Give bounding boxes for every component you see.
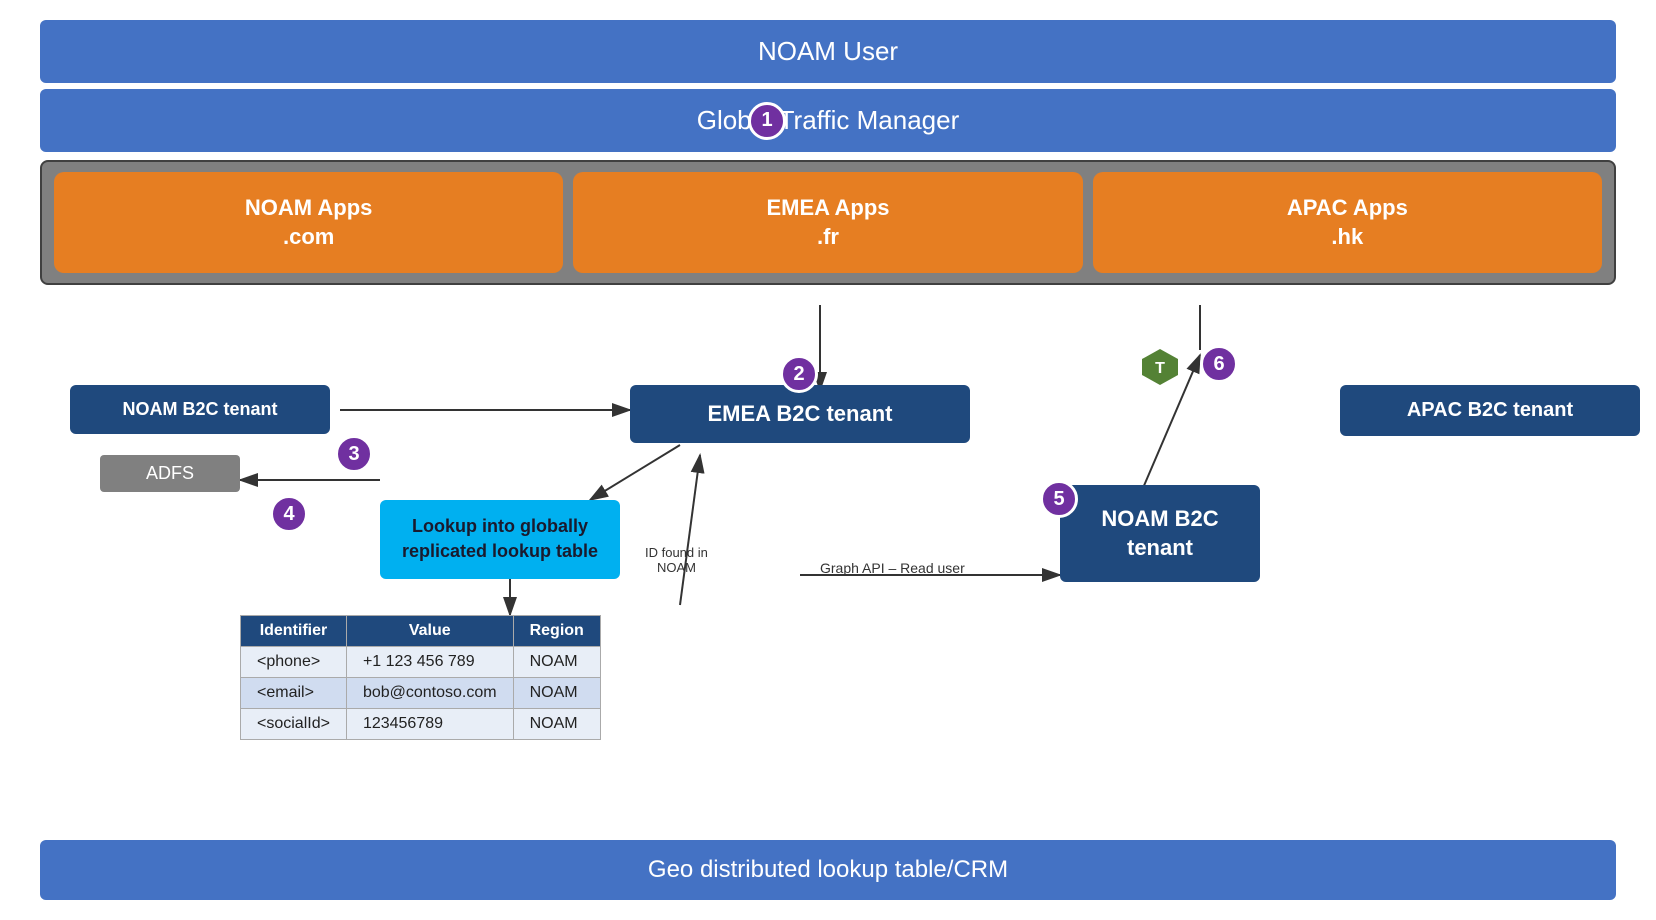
badge-5: 5 <box>1040 480 1078 518</box>
lookup-data-table: Identifier Value Region <phone> +1 123 4… <box>240 615 601 740</box>
table-row: <socialId> 123456789 NOAM <box>241 709 601 740</box>
token-icon: T <box>1140 347 1180 390</box>
id-found-label: ID found inNOAM <box>645 545 708 575</box>
noam-b2c-right: NOAM B2C tenant <box>1060 485 1260 582</box>
col-identifier: Identifier <box>241 616 347 647</box>
lookup-box: Lookup into globally replicated lookup t… <box>380 500 620 578</box>
apps-row: NOAM Apps .com EMEA Apps .fr APAC Apps .… <box>40 160 1616 285</box>
badge-1: 1 <box>748 102 786 140</box>
graph-api-label: Graph API – Read user <box>820 560 965 576</box>
col-region: Region <box>513 616 600 647</box>
noam-apps-box: NOAM Apps .com <box>54 172 563 273</box>
col-value: Value <box>346 616 513 647</box>
emea-apps-box: EMEA Apps .fr <box>573 172 1082 273</box>
apac-apps-box: APAC Apps .hk <box>1093 172 1602 273</box>
noam-b2c-left: NOAM B2C tenant <box>70 385 330 434</box>
emea-b2c: EMEA B2C tenant <box>630 385 970 443</box>
table-row: <phone> +1 123 456 789 NOAM <box>241 647 601 678</box>
badge-6: 6 <box>1200 345 1238 383</box>
noam-user-bar: NOAM User <box>40 20 1616 83</box>
badge-3: 3 <box>335 435 373 473</box>
badge-2: 2 <box>780 355 818 393</box>
table-row: <email> bob@contoso.com NOAM <box>241 678 601 709</box>
gtm-row: 1 Global Traffic Manager <box>40 89 1616 152</box>
token-label: T <box>1155 360 1165 377</box>
gtm-bar: Global Traffic Manager <box>40 89 1616 152</box>
bottom-bar: Geo distributed lookup table/CRM <box>40 840 1616 900</box>
main-area: 2 NOAM B2C tenant ADFS 3 EMEA B2C tenant… <box>40 305 1616 885</box>
apac-b2c: APAC B2C tenant <box>1340 385 1640 436</box>
adfs-box: ADFS <box>100 455 240 492</box>
diagram-container: NOAM User 1 Global Traffic Manager NOAM … <box>0 0 1656 920</box>
badge-4: 4 <box>270 495 308 533</box>
